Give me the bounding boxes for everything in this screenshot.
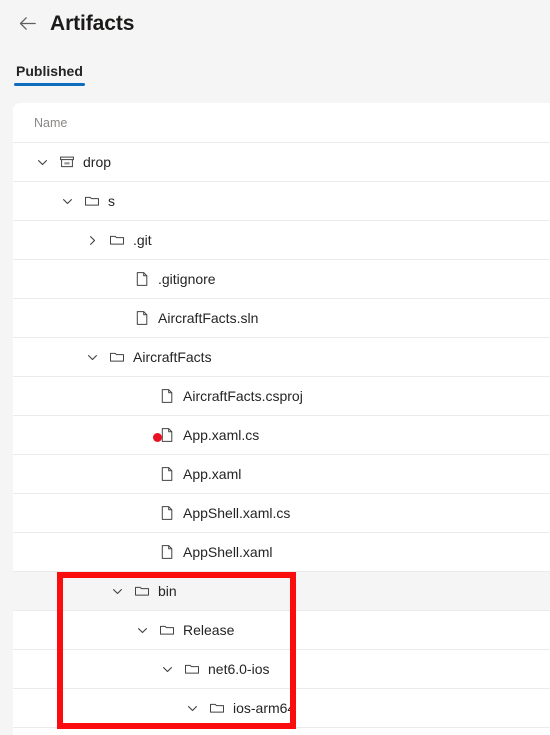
file-icon	[158, 544, 175, 561]
tree-row-label: net6.0-ios	[208, 661, 270, 677]
tab-published-label: Published	[16, 63, 83, 79]
tree-row-label: AppShell.xaml	[183, 544, 273, 560]
chevron-down-icon[interactable]	[59, 193, 76, 210]
tree-row-label: s	[108, 193, 115, 209]
tree-row[interactable]: AircraftFacts.sln	[13, 299, 550, 338]
tree-row[interactable]: AppShell.xaml	[13, 533, 550, 572]
file-icon	[133, 310, 150, 327]
tree-row-label: drop	[83, 154, 112, 170]
tree-row-label: AircraftFacts.csproj	[183, 388, 303, 404]
tree-row-label: bin	[158, 583, 177, 599]
tree-row-label: Release	[183, 622, 235, 638]
tab-published[interactable]: Published	[14, 64, 85, 88]
chevron-down-icon[interactable]	[159, 661, 176, 678]
folder-icon	[83, 193, 100, 210]
tree-row[interactable]: net6.0-ios	[13, 650, 550, 689]
tree-row-label: App.xaml.cs	[183, 427, 260, 443]
chevron-down-icon[interactable]	[34, 154, 51, 171]
tree-row[interactable]: Release	[13, 611, 550, 650]
tree-row[interactable]: .gitignore	[13, 260, 550, 299]
folder-icon	[133, 583, 150, 600]
tree-row-label: App.xaml	[183, 466, 242, 482]
tree-row-label: AppShell.xaml.cs	[183, 505, 291, 521]
tree-row[interactable]: AircraftFacts	[13, 338, 550, 377]
archive-box-icon	[58, 154, 75, 171]
table-column-header: Name	[13, 103, 550, 143]
column-header-name: Name	[34, 115, 68, 130]
tree-row[interactable]: ios-arm64	[13, 689, 550, 728]
chevron-down-icon[interactable]	[84, 349, 101, 366]
tree-row[interactable]: s	[13, 182, 550, 221]
tree-row-label: AircraftFacts	[133, 349, 212, 365]
file-icon	[158, 466, 175, 483]
tree-row[interactable]: AircraftFacts.csproj	[13, 377, 550, 416]
folder-icon	[183, 661, 200, 678]
tree-row[interactable]: .git	[13, 221, 550, 260]
tab-active-underline	[14, 83, 85, 86]
folder-icon	[158, 622, 175, 639]
chevron-right-icon[interactable]	[84, 232, 101, 249]
artifacts-panel: Name drop s .git .gitignore AircraftFacts.sl…	[13, 103, 550, 735]
tree-row-label: ios-arm64	[233, 700, 296, 716]
chevron-down-icon[interactable]	[134, 622, 151, 639]
tree-row[interactable]: App.xaml.cs	[13, 416, 550, 455]
tree-row-label: .gitignore	[158, 271, 216, 287]
file-icon	[158, 388, 175, 405]
tree-row[interactable]: drop	[13, 143, 550, 182]
chevron-down-icon[interactable]	[109, 583, 126, 600]
tab-bar: Published	[0, 46, 550, 88]
file-icon	[158, 427, 175, 444]
folder-icon	[108, 232, 125, 249]
folder-icon	[208, 700, 225, 717]
page-title: Artifacts	[50, 11, 135, 35]
artifact-tree: drop s .git .gitignore AircraftFacts.sln Airc…	[13, 143, 550, 728]
chevron-down-icon[interactable]	[184, 700, 201, 717]
back-arrow-icon[interactable]	[14, 10, 40, 36]
file-icon	[133, 271, 150, 288]
tree-row[interactable]: bin	[13, 572, 550, 611]
tree-row[interactable]: App.xaml	[13, 455, 550, 494]
folder-icon	[108, 349, 125, 366]
tree-row[interactable]: AppShell.xaml.cs	[13, 494, 550, 533]
tree-row-label: .git	[133, 232, 152, 248]
tree-row-label: AircraftFacts.sln	[158, 310, 259, 326]
file-icon	[158, 505, 175, 522]
page-header: Artifacts	[0, 0, 550, 46]
